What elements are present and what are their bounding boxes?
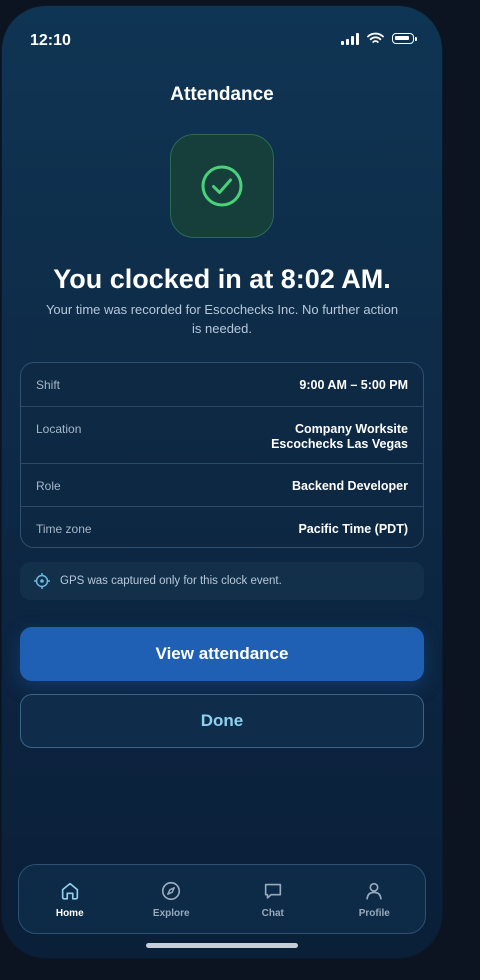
wifi-icon [367,32,384,43]
detail-row-role: Role Backend Developer [21,464,423,507]
checkmark-circle-icon [201,165,243,207]
detail-label: Location [36,422,82,436]
home-icon [61,882,78,900]
compass-icon [162,881,181,900]
tab-label: Explore [152,907,190,919]
person-icon [366,882,382,900]
phone-screen: 12:10 Attendance You clocked in at 8:02 … [2,6,442,958]
tab-label: Chat [261,907,284,919]
detail-value: Backend Developer [291,479,408,493]
detail-row-location: Location Company Worksite Escochecks Las… [21,407,423,464]
gps-target-icon [34,573,50,589]
status-time: 12:10 [30,32,71,49]
tab-chat[interactable]: Chat [233,880,313,919]
detail-row-shift: Shift 9:00 AM – 5:00 PM [21,363,423,407]
chat-icon [264,883,281,899]
status-bar: 12:10 [2,6,442,66]
details-card: Shift 9:00 AM – 5:00 PM Location Company… [20,362,424,548]
detail-label: Time zone [36,522,92,536]
tab-home[interactable]: Home [30,880,110,919]
detail-value-line: Escochecks Las Vegas [271,437,408,451]
view-attendance-button[interactable]: View attendance [20,627,424,681]
detail-value: Company Worksite Escochecks Las Vegas [271,407,408,452]
confirmation-headline: You clocked in at 8:02 AM. [53,264,391,294]
tab-label: Profile [358,907,390,919]
page-title: Attendance [170,84,274,105]
gps-notice-text: GPS was captured only for this clock eve… [60,575,282,587]
battery-icon [392,33,417,44]
detail-value: Pacific Time (PDT) [298,522,408,536]
detail-label: Shift [36,378,61,392]
success-badge [170,134,274,238]
detail-row-time-zone: Time zone Pacific Time (PDT) [21,507,423,547]
detail-label: Role [36,479,61,493]
confirmation-message: Your time was recorded for Escochecks In… [45,302,399,336]
done-button[interactable]: Done [20,694,424,748]
tab-profile[interactable]: Profile [334,880,414,919]
detail-value-line: Company Worksite [295,422,408,436]
detail-value: 9:00 AM – 5:00 PM [299,378,408,392]
tab-label: Home [55,907,84,919]
gps-notice: GPS was captured only for this clock eve… [20,562,424,600]
tab-explore[interactable]: Explore [131,880,211,919]
status-icons [341,32,417,45]
cellular-signal-icon [341,32,359,45]
home-indicator[interactable] [146,943,298,948]
bottom-tab-bar: Home Explore Chat Profile [18,864,426,934]
